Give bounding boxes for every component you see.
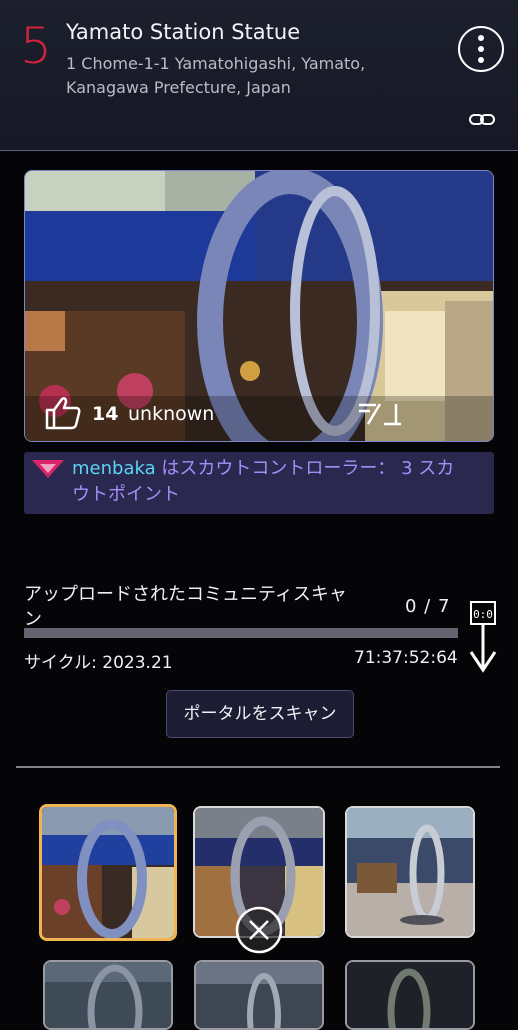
portal-header: 5 Yamato Station Statue 1 Chome-1-1 Yama… xyxy=(0,0,518,151)
community-scan-count: 0 / 7 xyxy=(405,596,451,617)
portal-address: 1 Chome-1-1 Yamatohigashi, Yamato, Kanag… xyxy=(66,54,366,97)
portal-title: Yamato Station Statue xyxy=(66,20,301,44)
thumbs-up-icon[interactable] xyxy=(44,396,82,430)
photo-thumbnail[interactable] xyxy=(39,804,177,941)
scout-message: menbaka はスカウトコントローラー： 3 スカウトポイント xyxy=(72,456,472,508)
cycle-timer: 71:37:52:64 xyxy=(354,648,458,668)
photo-uploader: unknown xyxy=(128,403,215,425)
scout-user[interactable]: menbaka xyxy=(72,458,156,479)
portal-photo[interactable] xyxy=(24,170,494,442)
report-icon[interactable] xyxy=(356,400,408,428)
like-count: 14 xyxy=(92,403,119,425)
section-divider xyxy=(16,766,500,768)
link-icon[interactable] xyxy=(468,112,496,128)
cycle-label: サイクル: 2023.21 xyxy=(24,653,173,673)
portal-level: 5 xyxy=(20,17,52,75)
photo-thumbnail[interactable] xyxy=(43,960,173,1030)
more-vertical-icon[interactable] xyxy=(458,26,504,72)
download-label: 0:0 xyxy=(473,608,493,621)
community-scan-label: アップロードされたコミュニティスキャン xyxy=(24,584,347,630)
photo-thumbnail[interactable] xyxy=(345,960,475,1030)
scan-portal-button[interactable]: ポータルをスキャン xyxy=(166,690,354,738)
scout-badge-icon xyxy=(32,460,64,478)
download-arrow-icon[interactable]: 0:0 xyxy=(466,594,500,674)
close-circle-icon[interactable] xyxy=(235,906,283,954)
photo-thumbnail[interactable] xyxy=(345,806,475,938)
community-scan-progress xyxy=(24,628,458,638)
photo-thumbnail[interactable] xyxy=(194,960,324,1030)
